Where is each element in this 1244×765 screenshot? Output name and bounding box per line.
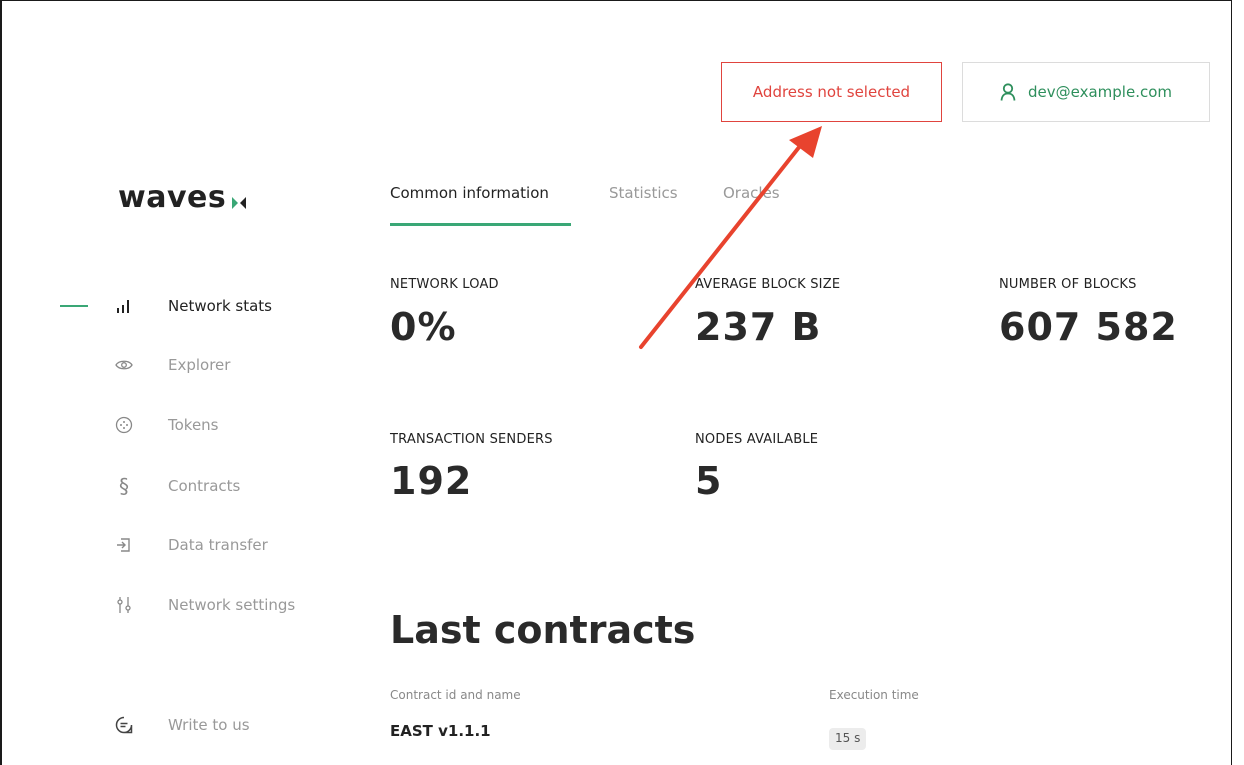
sidebar-item-label: Data transfer xyxy=(168,536,268,554)
sidebar-item-write-to-us[interactable]: Write to us xyxy=(110,710,250,740)
waves-logo[interactable]: waves xyxy=(118,180,247,217)
chat-icon xyxy=(110,711,138,739)
user-account-button[interactable]: dev@example.com xyxy=(962,62,1210,122)
address-not-selected-button[interactable]: Address not selected xyxy=(721,62,942,122)
active-tab-underline xyxy=(390,223,571,226)
stat-value-network-load: 0% xyxy=(390,305,457,349)
stat-label-network-load: NETWORK LOAD xyxy=(390,277,499,292)
stat-label-number-of-blocks: NUMBER OF BLOCKS xyxy=(999,277,1137,292)
user-email: dev@example.com xyxy=(1028,83,1172,101)
column-header-execution-time: Execution time xyxy=(829,688,919,702)
sidebar-item-explorer[interactable]: Explorer xyxy=(110,350,230,380)
sidebar-item-label: Write to us xyxy=(168,716,250,734)
bar-chart-icon xyxy=(110,292,138,320)
sidebar-item-data-transfer[interactable]: Data transfer xyxy=(110,530,268,560)
sidebar-item-label: Network settings xyxy=(168,596,296,614)
sidebar-item-network-settings[interactable]: Network settings xyxy=(110,590,295,620)
sidebar-item-label: Network stats xyxy=(168,297,272,315)
sliders-icon xyxy=(110,591,138,619)
tab-statistics[interactable]: Statistics xyxy=(609,184,678,202)
logo-text: waves xyxy=(118,180,227,215)
stat-label-transaction-senders: TRANSACTION SENDERS xyxy=(390,432,553,447)
column-header-contract-id: Contract id and name xyxy=(390,688,521,702)
active-nav-indicator xyxy=(60,305,88,307)
sidebar-item-tokens[interactable]: Tokens xyxy=(110,410,219,440)
eye-icon xyxy=(110,351,138,379)
stat-value-transaction-senders: 192 xyxy=(390,459,473,503)
user-icon xyxy=(1000,83,1016,101)
sidebar-item-label: Tokens xyxy=(168,416,219,434)
contract-name-link[interactable]: EAST v1.1.1 xyxy=(390,722,491,740)
execution-time-badge: 15 s xyxy=(829,728,867,750)
stat-value-nodes-available: 5 xyxy=(695,459,723,503)
token-icon xyxy=(110,411,138,439)
stat-value-average-block-size: 237 B xyxy=(695,305,822,349)
waves-logo-icon xyxy=(232,182,247,217)
transfer-icon xyxy=(110,531,138,559)
last-contracts-title: Last contracts xyxy=(390,608,696,652)
stat-label-nodes-available: NODES AVAILABLE xyxy=(695,432,819,447)
sidebar-item-network-stats[interactable]: Network stats xyxy=(110,291,272,321)
sidebar-item-label: Contracts xyxy=(168,477,241,495)
tab-oracles[interactable]: Oracles xyxy=(723,184,780,202)
stat-value-number-of-blocks: 607 582 xyxy=(999,305,1178,349)
sidebar-item-contracts[interactable]: § Contracts xyxy=(110,471,240,501)
sidebar-item-label: Explorer xyxy=(168,356,231,374)
stat-label-average-block-size: AVERAGE BLOCK SIZE xyxy=(695,277,841,292)
section-icon: § xyxy=(119,474,129,498)
tab-common-information[interactable]: Common information xyxy=(390,184,549,202)
address-button-label: Address not selected xyxy=(752,83,911,101)
